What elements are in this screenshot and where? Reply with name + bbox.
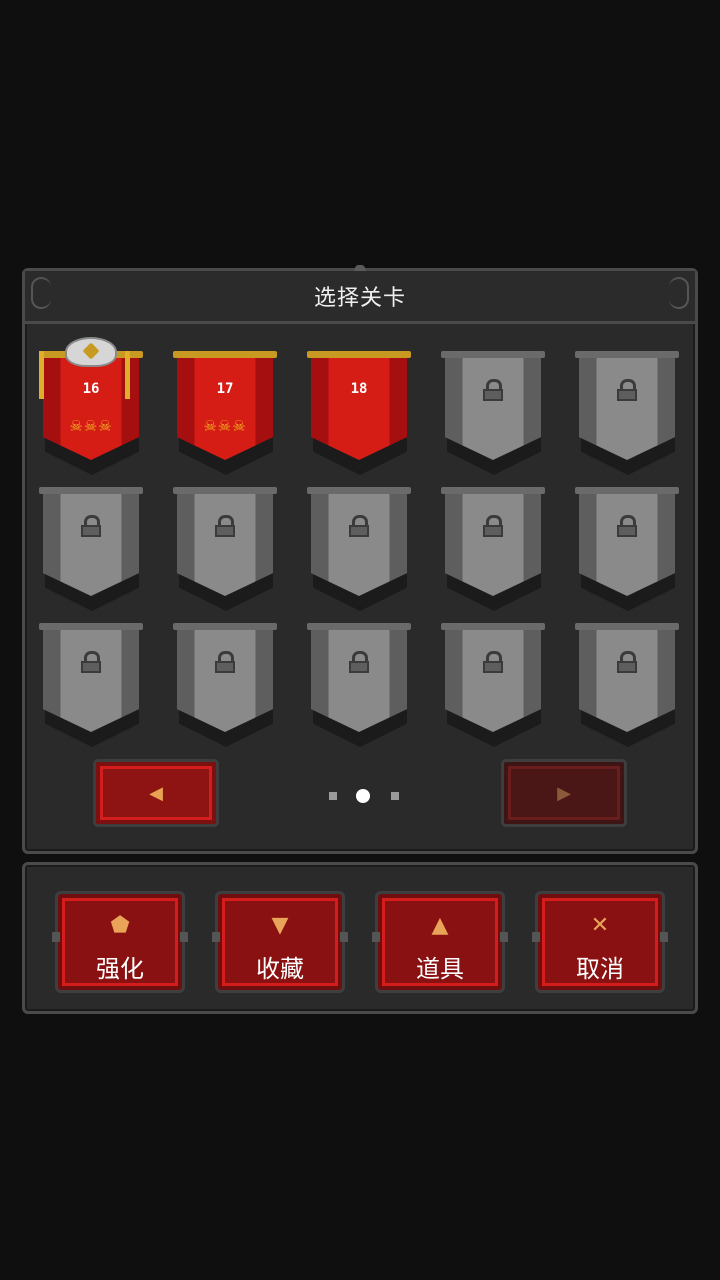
level-banner-locked[interactable] [441, 487, 545, 611]
level-banner-locked[interactable] [441, 351, 545, 475]
page-indicator [325, 789, 401, 803]
banner-rod [575, 623, 679, 630]
banner-rod [441, 487, 545, 494]
lock-body [349, 525, 369, 537]
lock-body [483, 389, 503, 401]
level-number: 17 [216, 381, 234, 397]
chalice-icon: ▼ [271, 913, 289, 938]
level-banner-locked[interactable] [575, 623, 679, 747]
gold-pole [125, 351, 130, 399]
close-icon: ✕ [590, 913, 610, 938]
page-dot-active [356, 789, 370, 803]
banner-rod [173, 487, 277, 494]
action-button-label: 收藏 [256, 955, 304, 983]
action-button-label: 强化 [96, 955, 144, 983]
potion-icon: ▲ [431, 913, 449, 938]
lock-body [81, 525, 101, 537]
skull-rating-icons: ☠☠☠ [203, 417, 247, 435]
action-button[interactable]: ✕ 取消 [532, 891, 668, 993]
action-button[interactable]: ▲ 道具 [372, 891, 508, 993]
lock-body [617, 525, 637, 537]
level-banner-locked[interactable] [575, 487, 679, 611]
level-banner-locked[interactable] [441, 623, 545, 747]
banner-rod [39, 623, 143, 630]
level-banner-locked[interactable] [307, 623, 411, 747]
lock-body [215, 661, 235, 673]
level-select-panel: 选择关卡 16 ☠☠☠ 17 ☠☠☠ 18 ◀ ▶ [22, 265, 698, 854]
level-banner[interactable]: 18 [307, 351, 411, 475]
banner-rod [441, 623, 545, 630]
button-rivet [660, 932, 668, 942]
lock-icon [213, 651, 237, 673]
banner-rod [441, 351, 545, 358]
banner-rod [307, 623, 411, 630]
lock-body [483, 661, 503, 673]
banner-rod [575, 351, 679, 358]
arrow-left-icon: ◀ [149, 782, 163, 804]
level-banner-locked[interactable] [173, 623, 277, 747]
prev-page-button[interactable]: ◀ [93, 759, 219, 827]
lock-icon [347, 651, 371, 673]
skull-rating-icons: ☠☠☠ [69, 417, 113, 435]
lock-icon [615, 379, 639, 401]
level-banner-locked[interactable] [173, 487, 277, 611]
lock-body [215, 525, 235, 537]
title-bar: 选择关卡 [25, 271, 695, 324]
button-rivet [500, 932, 508, 942]
button-rivet [52, 932, 60, 942]
lock-icon [79, 515, 103, 537]
action-button-label: 道具 [416, 955, 464, 983]
next-page-button[interactable]: ▶ [501, 759, 627, 827]
button-rivet [532, 932, 540, 942]
lock-icon [481, 515, 505, 537]
lock-icon [615, 515, 639, 537]
action-button-face: ✕ 取消 [542, 898, 658, 986]
banner-rod [39, 487, 143, 494]
action-button[interactable]: ⬟ 强化 [52, 891, 188, 993]
level-banner-locked[interactable] [39, 487, 143, 611]
corner-scroll-left [31, 277, 51, 309]
lock-icon [213, 515, 237, 537]
lock-icon [347, 515, 371, 537]
level-banner[interactable]: 17 ☠☠☠ [173, 351, 277, 475]
lock-icon [79, 651, 103, 673]
button-rivet [340, 932, 348, 942]
gold-pole [39, 351, 44, 399]
banner-rod [307, 487, 411, 494]
page-dot [329, 792, 337, 800]
level-banner-locked[interactable] [307, 487, 411, 611]
page-title: 选择关卡 [313, 286, 406, 311]
action-button-face: ▼ 收藏 [222, 898, 338, 986]
upgrade-icon: ⬟ [110, 913, 130, 938]
banner-rod [173, 351, 277, 358]
action-button-face: ⬟ 强化 [62, 898, 178, 986]
level-banner[interactable]: 16 ☠☠☠ [39, 337, 143, 475]
button-rivet [372, 932, 380, 942]
page-dot [391, 792, 399, 800]
lock-icon [481, 651, 505, 673]
level-banner-locked[interactable] [575, 351, 679, 475]
arrow-right-icon: ▶ [557, 782, 571, 804]
action-button[interactable]: ▼ 收藏 [212, 891, 348, 993]
banner-rod [173, 623, 277, 630]
lock-body [349, 661, 369, 673]
button-rivet [212, 932, 220, 942]
corner-scroll-right [669, 277, 689, 309]
action-panel: ⬟ 强化 ▼ 收藏 ▲ 道具 ✕ 取消 [22, 862, 698, 1014]
lock-body [81, 661, 101, 673]
lock-icon [481, 379, 505, 401]
lock-body [617, 389, 637, 401]
level-banner-locked[interactable] [39, 623, 143, 747]
banner-rod [575, 487, 679, 494]
button-rivet [180, 932, 188, 942]
lock-body [483, 525, 503, 537]
lock-icon [615, 651, 639, 673]
level-number: 18 [350, 381, 368, 397]
helmet-icon [65, 337, 117, 367]
action-button-face: ▲ 道具 [382, 898, 498, 986]
banner-rod [307, 351, 411, 358]
action-button-label: 取消 [576, 955, 624, 983]
lock-body [617, 661, 637, 673]
